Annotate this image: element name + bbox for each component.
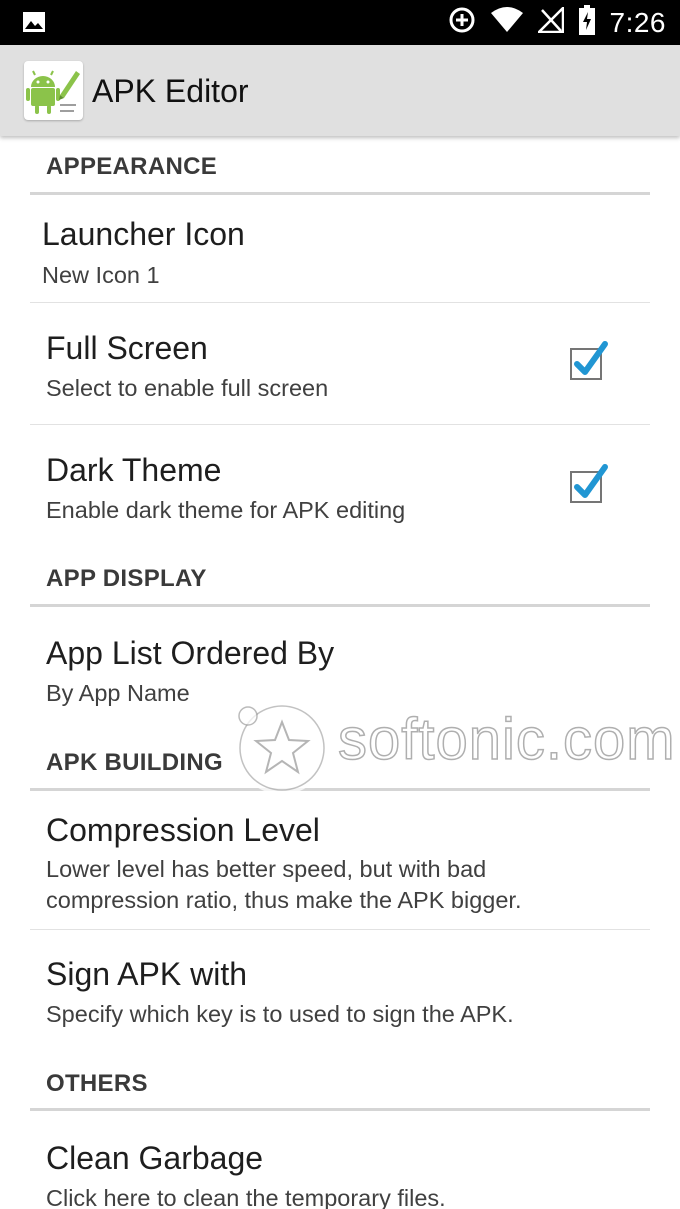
pref-title: Launcher Icon xyxy=(42,216,245,252)
apk-editor-android-logo-icon xyxy=(24,61,83,120)
dark-theme-checkbox[interactable] xyxy=(570,464,608,503)
status-time: 7:26 xyxy=(609,6,666,38)
section-header-apk-building: APK BUILDING xyxy=(46,749,223,776)
pref-launcher-icon[interactable]: Launcher Icon New Icon 1 xyxy=(0,195,680,303)
image-icon xyxy=(22,11,46,38)
pref-clean-garbage[interactable]: Clean Garbage Click here to clean the te… xyxy=(0,1111,680,1209)
pref-sign-apk-with[interactable]: Sign APK with Specify which key is to us… xyxy=(0,930,680,1050)
pref-dark-theme[interactable]: Dark Theme Enable dark theme for APK edi… xyxy=(0,425,680,547)
section-header-others: OTHERS xyxy=(46,1070,148,1097)
pref-title: App List Ordered By xyxy=(46,635,335,671)
pref-summary: Enable dark theme for APK editing xyxy=(46,497,406,523)
checkmark-icon xyxy=(574,341,608,375)
wifi-icon xyxy=(490,7,524,38)
pref-summary: Select to enable full screen xyxy=(46,375,329,401)
pref-full-screen[interactable]: Full Screen Select to enable full screen xyxy=(0,303,680,424)
pref-summary: Click here to clean the temporary files. xyxy=(46,1185,446,1209)
data-saver-icon xyxy=(448,6,476,39)
checkmark-icon xyxy=(574,464,608,498)
pref-summary: New Icon 1 xyxy=(42,262,160,288)
status-bar: 7:26 xyxy=(0,0,680,45)
pref-title: Full Screen xyxy=(46,330,208,366)
pref-app-list-ordered-by[interactable]: App List Ordered By By App Name xyxy=(0,607,680,715)
preferences-list[interactable]: APPEARANCE Launcher Icon New Icon 1 Full… xyxy=(0,136,680,1209)
pref-title: Dark Theme xyxy=(46,452,222,488)
battery-charging-icon xyxy=(578,5,596,40)
page-title: APK Editor xyxy=(92,73,249,109)
pref-summary: Specify which key is to used to sign the… xyxy=(46,1001,514,1027)
pref-title: Compression Level xyxy=(46,812,320,848)
app-toolbar: APK Editor xyxy=(0,45,680,136)
pref-title: Sign APK with xyxy=(46,956,247,992)
no-signal-icon xyxy=(535,4,564,38)
pref-summary-line-2: compression ratio, thus make the APK big… xyxy=(46,887,522,913)
pref-compression-level[interactable]: Compression Level Lower level has better… xyxy=(0,791,680,928)
full-screen-checkbox[interactable] xyxy=(570,341,608,380)
pref-summary-line-1: Lower level has better speed, but with b… xyxy=(46,856,487,882)
section-header-app-display: APP DISPLAY xyxy=(46,565,207,592)
section-header-appearance: APPEARANCE xyxy=(46,153,218,180)
pref-title: Clean Garbage xyxy=(46,1140,264,1176)
pref-summary: By App Name xyxy=(46,680,190,706)
